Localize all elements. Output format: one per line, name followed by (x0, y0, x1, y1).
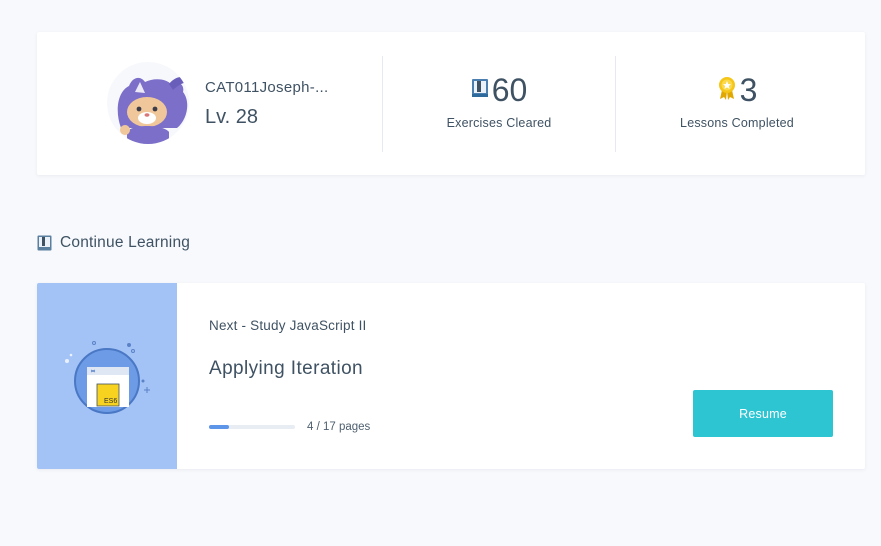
book-icon (37, 235, 52, 251)
stats-divider (615, 56, 616, 152)
resume-button[interactable]: Resume (693, 390, 833, 437)
username: CAT011Joseph-... (205, 79, 329, 96)
lesson-title: Applying Iteration (209, 358, 364, 379)
es6-badge-text: ES6 (104, 398, 117, 405)
continue-lesson-card: ES6 Next - Study JavaScript II Applying … (37, 283, 865, 469)
ninja-cat-avatar-icon[interactable] (107, 62, 189, 144)
exercises-cleared-count: 60 (491, 72, 528, 108)
exercises-cleared-label: Exercises Cleared (446, 116, 552, 130)
lessons-completed-stat: 3 Lessons Completed (647, 72, 827, 130)
stats-divider (382, 56, 383, 152)
section-title: Continue Learning (60, 234, 191, 251)
lesson-thumbnail: ES6 (37, 283, 177, 469)
lessons-completed-label: Lessons Completed (680, 116, 794, 130)
lessons-completed-count: 3 (739, 72, 758, 108)
profile-stats-card: CAT011Joseph-... Lv. 28 60 Exercises Cle… (37, 32, 865, 175)
lesson-pages-count: 4 / 17 pages (307, 421, 371, 433)
exercises-cleared-stat: 60 Exercises Cleared (409, 72, 589, 130)
lesson-progress-bar (209, 425, 295, 429)
medal-icon (717, 76, 737, 105)
continue-learning-heading: Continue Learning (37, 234, 190, 252)
user-level: Lv. 28 (205, 106, 258, 128)
book-icon (471, 78, 489, 103)
next-course-label: Next - Study JavaScript II (209, 318, 367, 333)
lesson-progress-fill (209, 425, 230, 429)
